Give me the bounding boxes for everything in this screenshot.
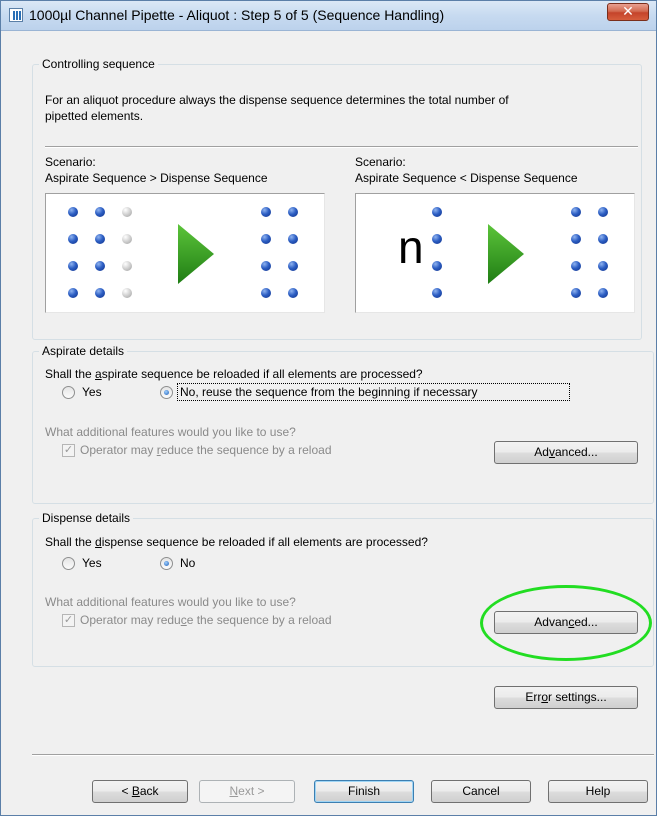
scenario1-label: Scenario:	[45, 155, 96, 169]
close-button[interactable]: ✕	[607, 3, 649, 21]
dispense-well-dot	[261, 234, 271, 244]
dispense-well-dot	[261, 261, 271, 271]
aspirate-question: Shall the aspirate sequence be reloaded …	[45, 367, 423, 381]
dispense-features-label: What additional features would you like …	[45, 595, 296, 609]
aspirate-well-dot	[68, 234, 78, 244]
highlight-ellipse	[480, 585, 652, 661]
aspirate-no-radio[interactable]	[160, 386, 173, 399]
controlling-description-line1: For an aliquot procedure always the disp…	[45, 93, 509, 107]
aspirate-advanced-button[interactable]: Advanced...	[494, 441, 638, 464]
aspirate-well-dot	[95, 207, 105, 217]
dispense-details-legend: Dispense details	[42, 511, 131, 525]
aspirate-well-dot	[68, 261, 78, 271]
dispense-well-dot	[598, 288, 608, 298]
aspirate-yes-radio[interactable]	[62, 386, 75, 399]
pipette-app-icon	[9, 8, 23, 22]
aspirate-details-legend: Aspirate details	[42, 344, 125, 358]
aspirate-reduce-checkbox[interactable]: ✓	[62, 444, 75, 457]
dispense-yes-radio[interactable]	[62, 557, 75, 570]
aspirate-well-dot	[432, 234, 442, 244]
dispense-well-dot	[261, 288, 271, 298]
error-settings-button[interactable]: Error settings...	[494, 686, 638, 709]
play-arrow-icon	[178, 224, 214, 284]
dialog-window: 1000µl Channel Pipette - Aliquot : Step …	[0, 0, 657, 816]
dispense-well-dot	[571, 261, 581, 271]
dispense-yes-label[interactable]: Yes	[82, 556, 102, 570]
aspirate-well-dot	[95, 261, 105, 271]
footer-separator	[32, 754, 654, 756]
title-bar[interactable]: 1000µl Channel Pipette - Aliquot : Step …	[1, 1, 656, 31]
help-button[interactable]: Help	[548, 780, 648, 803]
dispense-well-dot	[288, 261, 298, 271]
empty-well-dot	[122, 207, 132, 217]
dispense-well-dot	[598, 207, 608, 217]
scenario1-diagram	[45, 193, 325, 313]
dispense-well-dot	[288, 288, 298, 298]
aspirate-well-dot	[95, 234, 105, 244]
scenario1-caption: Aspirate Sequence > Dispense Sequence	[45, 171, 268, 185]
scenario2-diagram: n	[355, 193, 635, 313]
dispense-well-dot	[288, 234, 298, 244]
aspirate-yes-label[interactable]: Yes	[82, 385, 102, 399]
empty-well-dot	[122, 234, 132, 244]
dispense-well-dot	[571, 234, 581, 244]
aspirate-well-dot	[68, 288, 78, 298]
dispense-reduce-checkbox[interactable]: ✓	[62, 614, 75, 627]
next-button[interactable]: Next >	[199, 780, 295, 803]
aspirate-well-dot	[68, 207, 78, 217]
controlling-description-line2: pipetted elements.	[45, 109, 144, 123]
dialog-body: Controlling sequence For an aliquot proc…	[1, 31, 656, 815]
controlling-separator	[45, 146, 638, 148]
aspirate-no-label[interactable]: No, reuse the sequence from the beginnin…	[180, 385, 478, 399]
cancel-button[interactable]: Cancel	[431, 780, 531, 803]
dispense-well-dot	[598, 261, 608, 271]
aspirate-reduce-label[interactable]: Operator may reduce the sequence by a re…	[80, 443, 332, 457]
dispense-well-dot	[571, 288, 581, 298]
n-times-label: n	[398, 221, 424, 273]
dispense-well-dot	[261, 207, 271, 217]
dispense-no-label[interactable]: No	[180, 556, 195, 570]
finish-button[interactable]: Finish	[314, 780, 414, 803]
aspirate-well-dot	[432, 207, 442, 217]
window-title: 1000µl Channel Pipette - Aliquot : Step …	[29, 7, 445, 23]
aspirate-well-dot	[432, 261, 442, 271]
dispense-well-dot	[598, 234, 608, 244]
dispense-question: Shall the dispense sequence be reloaded …	[45, 535, 428, 549]
dispense-no-radio[interactable]	[160, 557, 173, 570]
empty-well-dot	[122, 261, 132, 271]
aspirate-well-dot	[95, 288, 105, 298]
dispense-well-dot	[571, 207, 581, 217]
dispense-well-dot	[288, 207, 298, 217]
back-button[interactable]: < Back	[92, 780, 188, 803]
empty-well-dot	[122, 288, 132, 298]
dispense-reduce-label[interactable]: Operator may reduce the sequence by a re…	[80, 613, 332, 627]
aspirate-features-label: What additional features would you like …	[45, 425, 296, 439]
scenario2-label: Scenario:	[355, 155, 406, 169]
scenario2-caption: Aspirate Sequence < Dispense Sequence	[355, 171, 578, 185]
aspirate-well-dot	[432, 288, 442, 298]
controlling-sequence-legend: Controlling sequence	[42, 57, 155, 71]
play-arrow-icon	[488, 224, 524, 284]
